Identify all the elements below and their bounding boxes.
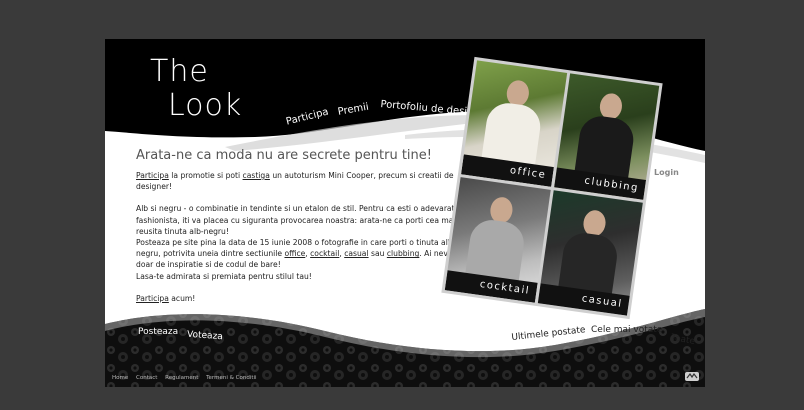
promo-text: Participa la promotie si poti castiga un… — [136, 170, 461, 315]
footer-links: Home Contact Regulament Termeni & Condit… — [112, 375, 263, 381]
photo-cocktail[interactable]: cocktail — [444, 176, 551, 303]
photo-casual[interactable]: casual — [537, 189, 643, 316]
logo-line-2: Look — [168, 88, 243, 123]
nav-cele-mai-votate[interactable]: Cele mai votate — [591, 325, 662, 335]
promo-paragraph-1: Participa la promotie si poti castiga un… — [136, 170, 461, 192]
page-frame: The Look Participa Premii Portofoliu de … — [105, 39, 705, 387]
brand-logo[interactable]: The Look — [150, 54, 243, 124]
cocktail-link[interactable]: cocktail — [310, 249, 339, 258]
promo-paragraph-3: Participa acum! — [136, 293, 461, 304]
photo-clubbing[interactable]: clubbing — [553, 73, 660, 200]
footer-regulament[interactable]: Regulament — [165, 375, 198, 381]
photo-office[interactable]: office — [461, 60, 567, 187]
footer-home[interactable]: Home — [112, 375, 128, 381]
text: Lasa-te admirata si premiata pentru stil… — [136, 271, 312, 281]
office-link[interactable]: office — [284, 249, 305, 258]
text: la promotie si poti — [168, 171, 243, 180]
participa-link[interactable]: Participa — [136, 171, 169, 180]
footer-contact[interactable]: Contact — [136, 375, 157, 381]
castiga-link[interactable]: castiga — [243, 171, 270, 180]
casual-link[interactable]: casual — [344, 249, 368, 258]
text: Alb si negru - o combinatie in tendinte … — [136, 204, 460, 236]
partner-logo-icon[interactable] — [685, 372, 699, 381]
footer-termeni[interactable]: Termeni & Conditii — [206, 375, 256, 381]
photo-collage: office clubbing cocktail casual — [441, 56, 663, 320]
promo-paragraph-2: Alb si negru - o combinatie in tendinte … — [136, 203, 461, 281]
text: acum! — [168, 293, 196, 303]
participa-now-link[interactable]: Participa — [136, 294, 169, 303]
page-title: Arata-ne ca moda nu are secrete pentru t… — [136, 148, 432, 163]
clubbing-link[interactable]: clubbing — [387, 249, 419, 258]
text: sau — [368, 249, 387, 259]
nav-posteaza[interactable]: Posteaza — [138, 327, 178, 337]
logo-line-1: The — [150, 54, 209, 89]
login-link[interactable]: Login — [654, 168, 679, 177]
